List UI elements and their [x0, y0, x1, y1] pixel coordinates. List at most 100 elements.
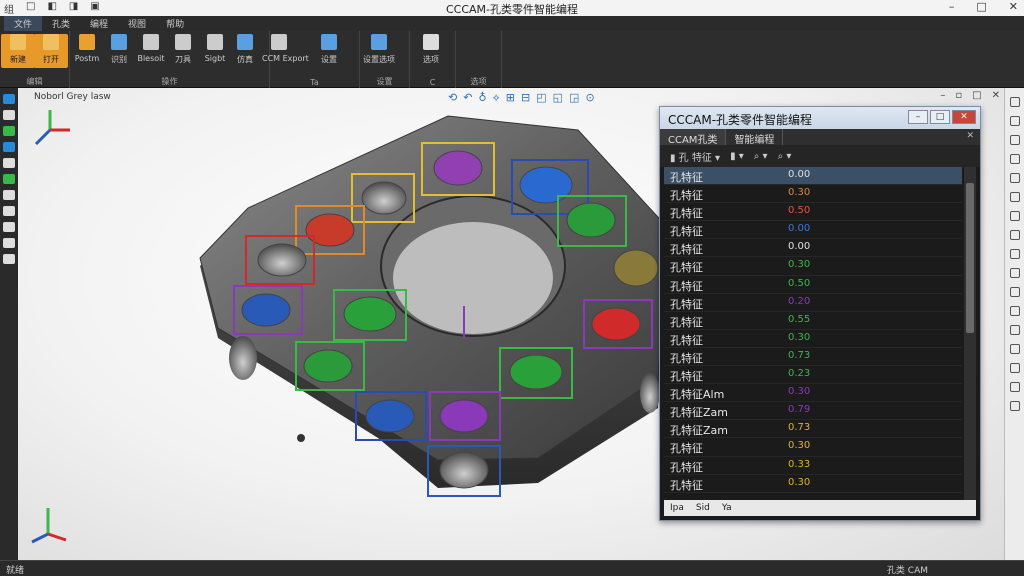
ribbon-button[interactable]: 刀具 — [166, 34, 200, 65]
panel-status-item: Sid — [695, 503, 710, 513]
panel-restore-button[interactable]: □ — [930, 110, 950, 124]
list-item[interactable]: 孔特征 0.30 — [664, 257, 962, 276]
minimize-button[interactable]: – — [949, 0, 955, 13]
ribbon-group-label: 设置 — [376, 77, 393, 86]
feature-value: 0.33 — [788, 458, 811, 470]
ribbon-button[interactable]: CCM Export — [262, 34, 309, 63]
ribbon-button[interactable]: Postm — [70, 34, 104, 63]
tool-icon[interactable] — [3, 94, 15, 104]
list-item[interactable]: 孔特征 0.30 — [664, 475, 962, 493]
list-item[interactable]: 孔特征Zam 0.73 — [664, 420, 962, 439]
maximize-button[interactable]: □ — [976, 0, 986, 13]
status-bar: 就绪 孔类 CAM — [0, 560, 1024, 576]
menu-2[interactable]: 编程 — [80, 16, 118, 31]
tool-icon[interactable] — [3, 126, 15, 136]
tool-icon[interactable] — [1010, 287, 1020, 297]
close-button[interactable]: ✕ — [1009, 0, 1018, 13]
ribbon-button[interactable]: 设置选项 — [362, 34, 396, 65]
tool-icon[interactable] — [1010, 382, 1020, 392]
panel-tab[interactable]: CCAM孔类 — [660, 129, 727, 146]
list-item[interactable]: 孔特征Zam 0.79 — [664, 402, 962, 421]
tool-icon[interactable] — [1010, 135, 1020, 145]
ribbon-button[interactable]: 选项 — [414, 34, 448, 65]
cube-icon — [79, 34, 95, 50]
ribbon-button[interactable]: Sigbt — [198, 34, 232, 63]
ribbon-button-label: 刀具 — [175, 55, 191, 64]
feature-name: 孔特征 — [670, 243, 703, 257]
tool-icon[interactable] — [1010, 344, 1020, 354]
panel-close-button[interactable]: ✕ — [952, 110, 976, 124]
feature-list-scrollbar[interactable] — [964, 167, 976, 503]
list-item[interactable]: 孔特征 0.33 — [664, 457, 962, 475]
list-item[interactable]: 孔特征 0.00 — [664, 221, 962, 240]
feature-list: 孔特征 0.00 孔特征 0.30 孔特征 0.50 孔特征 0.00 孔特征 0.00 孔特征 0.… — [664, 167, 962, 503]
tool-icon[interactable] — [1010, 306, 1020, 316]
list-item[interactable]: 孔特征 0.00 — [664, 167, 962, 186]
tool-icon[interactable] — [3, 238, 15, 248]
menu-4[interactable]: 帮助 — [156, 16, 194, 31]
menu-3[interactable]: 视图 — [118, 16, 156, 31]
list-item[interactable]: 孔特征 0.50 — [664, 276, 962, 294]
feature-value: 0.79 — [788, 404, 811, 416]
tool-icon[interactable] — [1010, 154, 1020, 164]
feature-name: 孔特征 — [670, 207, 703, 221]
menu-1[interactable]: 孔类 — [42, 16, 80, 31]
list-item[interactable]: 孔特征 0.30 — [664, 438, 962, 457]
tool-icon[interactable] — [1010, 363, 1020, 373]
feature-name: 孔特征 — [670, 225, 703, 239]
tool-icon[interactable] — [3, 254, 15, 264]
list-item[interactable]: 孔特征 0.23 — [664, 366, 962, 385]
tool-icon[interactable] — [3, 174, 15, 184]
list-item[interactable]: 孔特征 0.20 — [664, 294, 962, 312]
feature-value: 0.50 — [788, 277, 811, 289]
tool-icon[interactable] — [1010, 230, 1020, 240]
tool-icon[interactable] — [3, 206, 15, 216]
feature-icon — [111, 34, 127, 50]
list-item[interactable]: 孔特征 0.00 — [664, 239, 962, 258]
panel-tool-button[interactable]: ⌕ ▾ — [778, 151, 792, 162]
ribbon-button[interactable]: 设置 — [312, 34, 346, 65]
tool-icon[interactable] — [3, 190, 15, 200]
list-item[interactable]: 孔特征Alm 0.30 — [664, 384, 962, 403]
ribbon-button[interactable]: 打开 — [34, 34, 68, 68]
list-item[interactable]: 孔特征 0.73 — [664, 348, 962, 367]
list-item[interactable]: 孔特征 0.30 — [664, 330, 962, 348]
ribbon-button-label: Postm — [74, 54, 100, 63]
feature-name: 孔特征 — [670, 442, 703, 456]
tool-icon[interactable] — [3, 158, 15, 168]
ribbon-button[interactable]: 仿真 — [228, 34, 262, 65]
tool-icon[interactable] — [1010, 173, 1020, 183]
ribbon-group-label: 编辑 — [26, 77, 43, 86]
hole-feature-olive-right[interactable] — [613, 249, 659, 287]
tool-icon[interactable] — [1010, 211, 1020, 221]
tool-icon[interactable] — [3, 142, 15, 152]
tool-icon[interactable] — [1010, 249, 1020, 259]
panel-tab[interactable]: 智能编程 — [726, 129, 784, 146]
list-item[interactable]: 孔特征 0.50 — [664, 203, 962, 222]
status-text: 就绪 — [6, 566, 25, 576]
tool-icon[interactable] — [1010, 192, 1020, 202]
tool-icon[interactable] — [1010, 401, 1020, 411]
scrollbar-thumb[interactable] — [966, 183, 974, 333]
tool-icon[interactable] — [1010, 97, 1020, 107]
tool-icon[interactable] — [3, 110, 15, 120]
feature-value: 0.50 — [788, 205, 811, 217]
tool-icon[interactable] — [1010, 116, 1020, 126]
list-item[interactable]: 孔特征 0.30 — [664, 185, 962, 204]
ribbon-button[interactable]: 新建 — [1, 34, 35, 68]
tool-icon[interactable] — [3, 222, 15, 232]
list-item[interactable]: 孔特征 0.55 — [664, 312, 962, 330]
panel-tool-button[interactable]: ⌕ ▾ — [754, 151, 768, 162]
tab-close-icon[interactable]: ✕ — [966, 131, 974, 141]
panel-minimize-button[interactable]: – — [908, 110, 928, 124]
tool-icon[interactable] — [1010, 268, 1020, 278]
ribbon-button-label: 识别 — [111, 55, 127, 64]
feature-value: 0.30 — [788, 187, 811, 199]
ribbon-button[interactable]: 识别 — [102, 34, 136, 65]
ribbon-button[interactable]: Blesoit — [134, 34, 168, 63]
panel-tool-button[interactable]: ▮ ▾ — [730, 151, 744, 162]
menu-0[interactable]: 文件 — [4, 16, 43, 31]
tool-icon[interactable] — [1010, 325, 1020, 335]
panel-tool-button[interactable]: ▮ 孔 特征 ▾ — [670, 149, 720, 164]
status-mode: 孔类 CAM — [886, 566, 928, 576]
